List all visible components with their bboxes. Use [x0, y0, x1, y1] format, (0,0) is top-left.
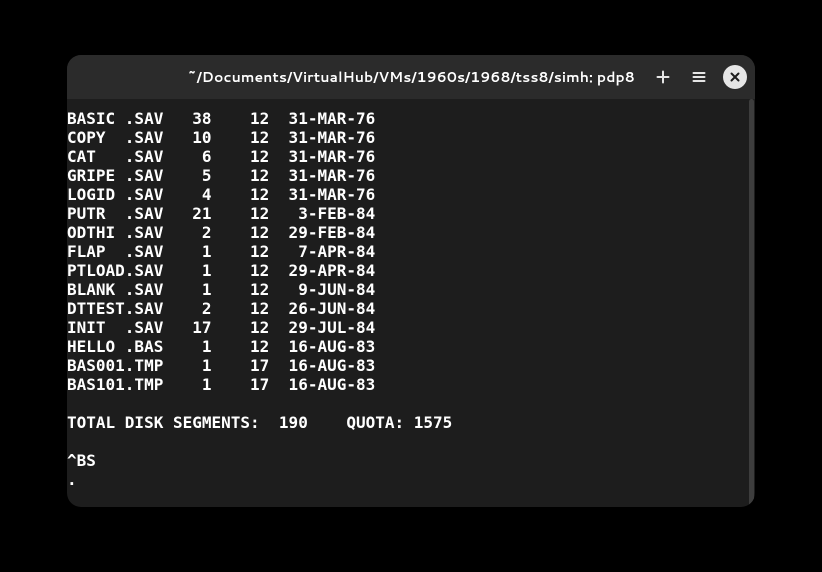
titlebar-buttons	[651, 55, 747, 99]
close-icon	[729, 71, 741, 83]
hamburger-icon	[691, 69, 707, 85]
menu-button[interactable]	[687, 65, 711, 89]
terminal-window: ~/Documents/VirtualHub/VMs/1960s/1968/ts…	[67, 55, 755, 507]
terminal-output[interactable]: BASIC .SAV 38 12 31-MAR-76 COPY .SAV 10 …	[67, 99, 755, 489]
scrollbar[interactable]	[749, 99, 754, 506]
titlebar: ~/Documents/VirtualHub/VMs/1960s/1968/ts…	[67, 55, 755, 99]
close-button[interactable]	[723, 65, 747, 89]
plus-icon	[655, 69, 671, 85]
new-tab-button[interactable]	[651, 65, 675, 89]
window-title: ~/Documents/VirtualHub/VMs/1960s/1968/ts…	[187, 67, 635, 87]
